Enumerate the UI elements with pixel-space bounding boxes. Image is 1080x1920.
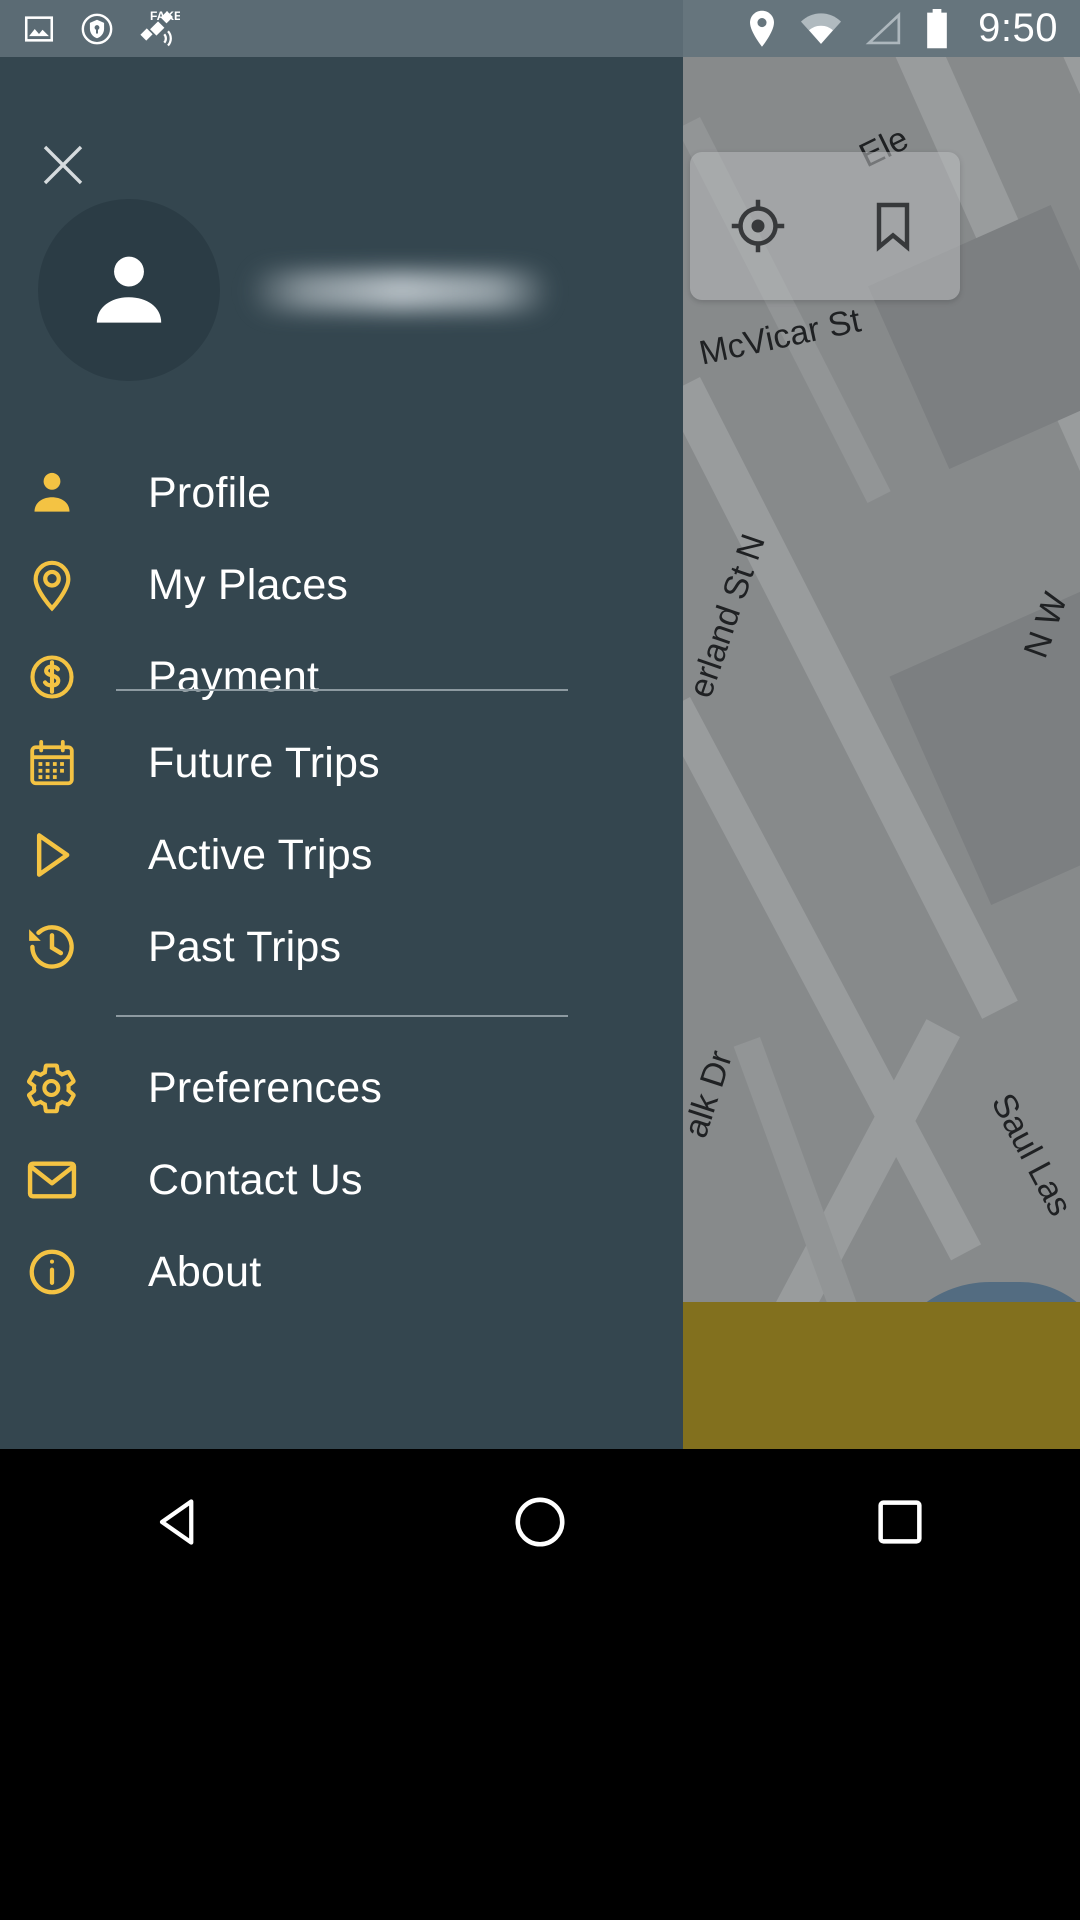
user-name-redacted [250,271,550,311]
drawer-item-label: Past Trips [148,922,342,971]
system-navigation-bar [0,1449,1080,1920]
status-bar: FAKE 9:50 [0,0,1080,57]
drawer-item-label: My Places [148,560,349,609]
location-pin-icon [746,10,778,48]
location-pin-icon [18,551,86,619]
close-drawer-button[interactable] [33,135,93,195]
drawer-item-label: Profile [148,468,272,517]
wifi-icon [800,12,842,46]
nav-home-button[interactable] [485,1467,595,1577]
drawer-item-label: Contact Us [148,1155,363,1204]
drawer-item-future-trips[interactable]: Future Trips [0,717,683,809]
drawer-item-label: Payment [148,652,320,701]
drawer-item-active-trips[interactable]: Active Trips [0,809,683,901]
drawer-item-label: Future Trips [148,738,380,787]
drawer-divider [116,689,568,691]
cellular-signal-icon [864,11,902,46]
drawer-item-preferences[interactable]: Preferences [0,1042,683,1134]
drawer-item-label: Active Trips [148,830,373,879]
drawer-group-settings: Preferences Contact Us About [0,1042,683,1318]
drawer-group-trips: Future Trips Active Trips Past Trips [0,717,683,993]
calendar-icon [18,729,86,797]
nav-recents-button[interactable] [845,1467,955,1577]
drawer-group-account: Profile My Places Payment [0,447,683,723]
play-triangle-icon [18,821,86,889]
drawer-item-contact-us[interactable]: Contact Us [0,1134,683,1226]
info-circle-icon [18,1238,86,1306]
navigation-drawer: Profile My Places Payment Future Trips A… [0,57,683,1449]
drawer-item-my-places[interactable]: My Places [0,539,683,631]
avatar[interactable] [38,199,220,381]
person-icon [18,459,86,527]
dollar-coin-icon [18,643,86,711]
drawer-item-past-trips[interactable]: Past Trips [0,901,683,993]
nav-back-button[interactable] [125,1467,235,1577]
vpn-key-shield-icon [80,12,114,46]
phone-screen: Ele McVicar St erland St N N W alk Dr Sa… [0,0,1080,1920]
drawer-item-label: Preferences [148,1063,383,1112]
drawer-profile-header[interactable] [0,199,683,449]
drawer-item-about[interactable]: About [0,1226,683,1318]
image-icon [22,12,56,46]
drawer-item-label: About [148,1247,262,1296]
battery-icon [924,8,950,49]
status-bar-clock: 9:50 [978,6,1058,50]
gear-icon [18,1054,86,1122]
envelope-icon [18,1146,86,1214]
drawer-item-profile[interactable]: Profile [0,447,683,539]
drawer-divider [116,1015,568,1017]
history-clock-icon [18,913,86,981]
drawer-item-payment[interactable]: Payment [0,631,683,723]
svg-text:FAKE: FAKE [150,9,180,23]
fake-gps-satellite-icon: FAKE [138,9,180,49]
